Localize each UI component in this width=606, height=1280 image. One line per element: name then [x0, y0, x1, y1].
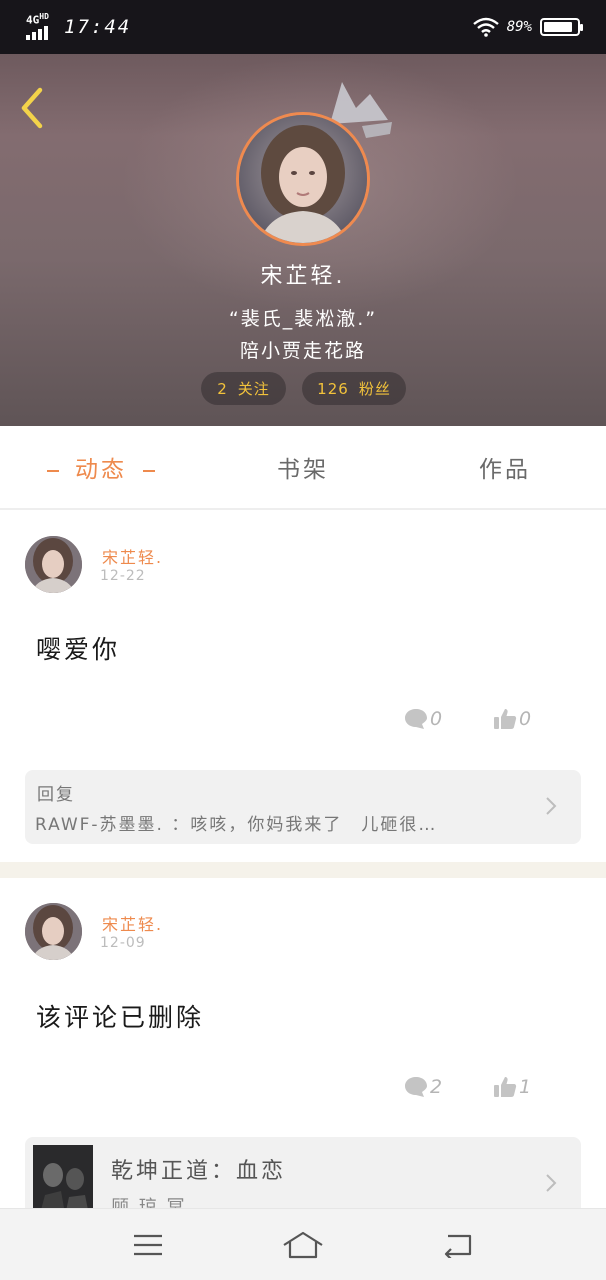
status-bar: 4GHD 17:44 89% [0, 0, 606, 54]
back-icon [445, 1234, 472, 1258]
following-count: 2 [217, 379, 228, 398]
nav-home-button[interactable] [273, 1225, 333, 1265]
comment-count: 0 [430, 708, 443, 730]
profile-page: 4GHD 17:44 89% 宋芷轻. “裴氏_裴凇澈.” 陪小贾走花路 2 关… [0, 0, 606, 1280]
comment-count: 2 [430, 1076, 443, 1098]
fans-label: 粉丝 [358, 380, 391, 398]
reply-preview[interactable]: 回复 RAWF-苏墨墨. ：咳咳，你妈我来了 儿砸很… [25, 770, 581, 844]
nav-menu-button[interactable] [118, 1225, 178, 1265]
profile-tabs: 动态 书架 作品 [0, 426, 606, 510]
network-type: 4G [26, 13, 40, 27]
profile-signature-line2: 陪小贾走花路 [239, 340, 366, 362]
post-date: 12-22 [100, 568, 146, 584]
tab-dynamics-label: 动态 [75, 457, 127, 483]
book-title: 乾坤正道：血恋 [111, 1159, 287, 1184]
system-nav-bar [0, 1208, 606, 1280]
network-sub: HD [39, 12, 49, 21]
comment-bubble-icon [405, 1077, 427, 1097]
post-author-name[interactable]: 宋芷轻. [102, 544, 163, 568]
back-arrow-icon[interactable] [14, 84, 54, 132]
post-author-avatar[interactable] [25, 536, 82, 593]
profile-nickname: 宋芷轻. [260, 264, 346, 289]
nav-back-button[interactable] [428, 1225, 488, 1265]
like-button[interactable]: 0 [493, 708, 531, 730]
tab-works-label: 作品 [479, 457, 531, 483]
like-count: 1 [519, 1076, 532, 1098]
feed-post: 宋芷轻. 12-22 嘤爱你 0 0 回复 RAWF-苏墨墨. ：咳咳，你妈我来… [0, 512, 606, 862]
fans-count: 126 [317, 379, 349, 398]
post-author-avatar[interactable] [25, 903, 82, 960]
tab-dynamics[interactable]: 动态 [0, 450, 202, 484]
post-text: 嘤爱你 [36, 635, 121, 664]
profile-header: 宋芷轻. “裴氏_裴凇澈.” 陪小贾走花路 2 关注 126 粉丝 [0, 54, 606, 426]
profile-avatar[interactable] [236, 112, 370, 246]
tab-works[interactable]: 作品 [404, 450, 606, 484]
post-text: 该评论已删除 [36, 1003, 205, 1032]
chevron-right-icon [546, 797, 557, 815]
reply-text: RAWF-苏墨墨. ：咳咳，你妈我来了 儿砸很… [35, 815, 438, 835]
tab-bookshelf[interactable]: 书架 [202, 450, 404, 484]
signal-icon: 4GHD [26, 12, 56, 40]
profile-signature-line1: “裴氏_裴凇澈.” [228, 308, 378, 330]
like-count: 0 [519, 708, 532, 730]
thumbs-up-icon [494, 1077, 517, 1097]
thumbs-up-icon [494, 709, 517, 729]
fans-pill[interactable]: 126 粉丝 [302, 372, 406, 405]
following-pill[interactable]: 2 关注 [201, 372, 286, 405]
chevron-right-icon [546, 1174, 557, 1192]
menu-icon [133, 1234, 162, 1255]
like-button[interactable]: 1 [493, 1076, 531, 1098]
post-author-name[interactable]: 宋芷轻. [102, 911, 163, 935]
comment-bubble-icon [405, 709, 427, 729]
tab-bookshelf-label: 书架 [277, 457, 329, 483]
battery-percent: 89% [506, 19, 532, 35]
comment-button[interactable]: 0 [404, 708, 442, 730]
comment-button[interactable]: 2 [404, 1076, 442, 1098]
wifi-icon [472, 17, 499, 37]
battery-icon [540, 18, 583, 36]
clock: 17:44 [64, 16, 132, 38]
home-icon [283, 1231, 323, 1258]
section-divider [0, 862, 606, 878]
following-label: 关注 [237, 380, 270, 398]
reply-title: 回复 [37, 785, 75, 805]
post-date: 12-09 [100, 935, 146, 951]
